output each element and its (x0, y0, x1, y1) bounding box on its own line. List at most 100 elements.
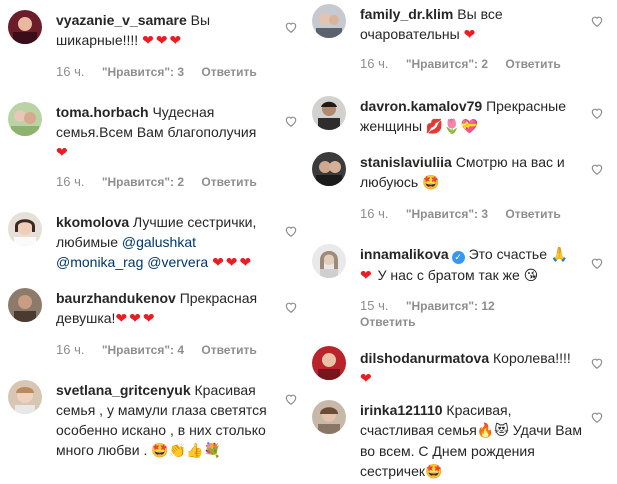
heart-emoji: ❤ (360, 268, 374, 284)
comment-item: toma.horbach Чудесная семья.Всем Вам бла… (0, 98, 304, 198)
reply-button[interactable]: Ответить (360, 315, 415, 329)
comment-item: irinka121110 Красивая, счастливая семья🔥… (304, 396, 617, 482)
mention-link[interactable]: @ververa (147, 254, 208, 270)
comment-time[interactable]: 16 ч. (56, 64, 84, 79)
avatar[interactable] (8, 102, 42, 136)
heart-emoji: ❤ (360, 371, 374, 387)
comment-likes[interactable]: "Нравится": 4 (102, 343, 184, 357)
comment-item: baurzhandukenov Прекрасная девушка!❤❤❤ 1… (0, 284, 304, 364)
avatar[interactable] (312, 4, 346, 38)
like-heart-icon[interactable] (590, 162, 604, 176)
comment-likes[interactable]: "Нравится": 3 (102, 65, 184, 79)
emoji-sequence: 🔥😻 (476, 423, 509, 439)
comment-text: irinka121110 Красивая, счастливая семья🔥… (360, 400, 588, 482)
comment-username[interactable]: baurzhandukenov (56, 290, 176, 306)
heart-emoji: ❤ (56, 145, 70, 161)
comment-body: Это счастье (468, 246, 548, 262)
heart-emoji: ❤❤❤ (115, 311, 157, 327)
verified-badge-icon: ✓ (451, 251, 465, 264)
avatar[interactable] (8, 212, 42, 246)
emoji-star-eyes: 🤩 (425, 464, 443, 480)
avatar[interactable] (8, 380, 42, 414)
comment-meta: 16 ч. "Нравится": 4 Ответить (56, 342, 257, 357)
comment-body: Королева!!!! (493, 350, 571, 366)
comment-text: toma.horbach Чудесная семья.Всем Вам бла… (56, 102, 280, 163)
comment-text: baurzhandukenov Прекрасная девушка!❤❤❤ (56, 288, 280, 329)
comment-item: dilshodanurmatova Королева!!!! ❤ (304, 346, 617, 387)
comment-meta: 16 ч. "Нравится": 3 Ответить (360, 206, 561, 221)
like-heart-icon[interactable] (590, 106, 604, 120)
comment-meta: 15 ч. "Нравится": 12 Ответить (360, 298, 495, 330)
comment-item: kkomolova Лучшие сестрички, любимые @gal… (0, 208, 304, 274)
comment-likes[interactable]: "Нравится": 2 (102, 175, 184, 189)
avatar[interactable] (312, 400, 346, 434)
comment-item: family_dr.klim Вы все очаровательны ❤ 16… (304, 0, 617, 80)
avatar[interactable] (312, 96, 346, 130)
comment-time[interactable]: 16 ч. (56, 342, 84, 357)
like-heart-icon[interactable] (284, 300, 298, 314)
comment-meta: 16 ч. "Нравится": 2 Ответить (56, 174, 257, 189)
comment-username[interactable]: toma.horbach (56, 104, 149, 120)
comment-username[interactable]: davron.kamalov79 (360, 98, 482, 114)
emoji-prayer: 🙏 (550, 247, 569, 263)
reply-button[interactable]: Ответить (201, 175, 256, 189)
comment-text: svetlana_gritcenyuk Красивая семья , у м… (56, 380, 280, 461)
comment-text: family_dr.klim Вы все очаровательны ❤ (360, 4, 588, 45)
heart-emoji: ❤ (463, 27, 478, 43)
comment-username[interactable]: stanislaviuliia (360, 154, 452, 170)
reply-button[interactable]: Ответить (505, 207, 560, 221)
comment-username[interactable]: irinka121110 (360, 402, 443, 418)
comment-time[interactable]: 16 ч. (360, 56, 388, 71)
comment-username[interactable]: dilshodanurmatova (360, 350, 489, 366)
comment-text: dilshodanurmatova Королева!!!! ❤ (360, 348, 588, 389)
heart-emoji: ❤❤❤ (142, 33, 184, 49)
comment-username[interactable]: family_dr.klim (360, 6, 453, 22)
comment-item: innamalikova ✓ Это счастье 🙏 ❤ У нас с бр… (304, 242, 617, 332)
emoji-sequence: 💋🌷💝 (425, 119, 479, 135)
like-heart-icon[interactable] (284, 114, 298, 128)
comment-meta: 16 ч. "Нравится": 3 Ответить (56, 64, 257, 79)
avatar[interactable] (312, 244, 346, 278)
comment-item: davron.kamalov79 Прекрасные женщины 💋🌷💝 (304, 94, 617, 144)
emoji-sequence: 🤩👏👍💐 (151, 443, 221, 459)
comment-item: vyazanie_v_samare Вы шикарные!!!! ❤❤❤ 16… (0, 0, 304, 90)
comment-time[interactable]: 16 ч. (56, 174, 84, 189)
comment-meta: 16 ч. "Нравится": 2 Ответить (360, 56, 561, 71)
reply-button[interactable]: Ответить (201, 343, 256, 357)
comment-text: vyazanie_v_samare Вы шикарные!!!! ❤❤❤ (56, 10, 280, 51)
emoji-kiss: 😘 (523, 268, 539, 284)
comment-text: innamalikova ✓ Это счастье 🙏 ❤ У нас с бр… (360, 244, 588, 286)
like-heart-icon[interactable] (590, 256, 604, 270)
like-heart-icon[interactable] (590, 410, 604, 424)
comment-time[interactable]: 16 ч. (360, 206, 388, 221)
avatar[interactable] (312, 346, 346, 380)
comment-time[interactable]: 15 ч. (360, 298, 388, 313)
comment-text: davron.kamalov79 Прекрасные женщины 💋🌷💝 (360, 96, 588, 137)
comment-username[interactable]: vyazanie_v_samare (56, 12, 187, 28)
reply-button[interactable]: Ответить (201, 65, 256, 79)
comment-item: stanislaviuliia Смотрю на вас и любуюсь … (304, 150, 617, 228)
avatar[interactable] (312, 152, 346, 186)
emoji-sequence: 🤩 (422, 175, 440, 191)
comment-username[interactable]: svetlana_gritcenyuk (56, 382, 191, 398)
comment-item: svetlana_gritcenyuk Красивая семья , у м… (0, 376, 304, 476)
comment-text: kkomolova Лучшие сестрички, любимые @gal… (56, 212, 284, 273)
avatar[interactable] (8, 288, 42, 322)
like-heart-icon[interactable] (284, 20, 298, 34)
reply-button[interactable]: Ответить (505, 57, 560, 71)
comment-username[interactable]: kkomolova (56, 214, 129, 230)
comment-body-continued: У нас с братом так же (377, 267, 520, 283)
heart-emoji: ❤❤❤ (212, 255, 254, 271)
comment-likes[interactable]: "Нравится": 3 (406, 207, 488, 221)
mention-link[interactable]: @monika_rag (56, 254, 143, 270)
comment-text: stanislaviuliia Смотрю на вас и любуюсь … (360, 152, 588, 193)
like-heart-icon[interactable] (590, 356, 604, 370)
comment-likes[interactable]: "Нравится": 12 (406, 299, 495, 313)
like-heart-icon[interactable] (284, 392, 298, 406)
like-heart-icon[interactable] (590, 14, 604, 28)
comment-likes[interactable]: "Нравится": 2 (406, 57, 488, 71)
avatar[interactable] (8, 10, 42, 44)
mention-link[interactable]: @galushkat (122, 234, 196, 250)
comment-username[interactable]: innamalikova (360, 246, 449, 262)
like-heart-icon[interactable] (284, 224, 298, 238)
